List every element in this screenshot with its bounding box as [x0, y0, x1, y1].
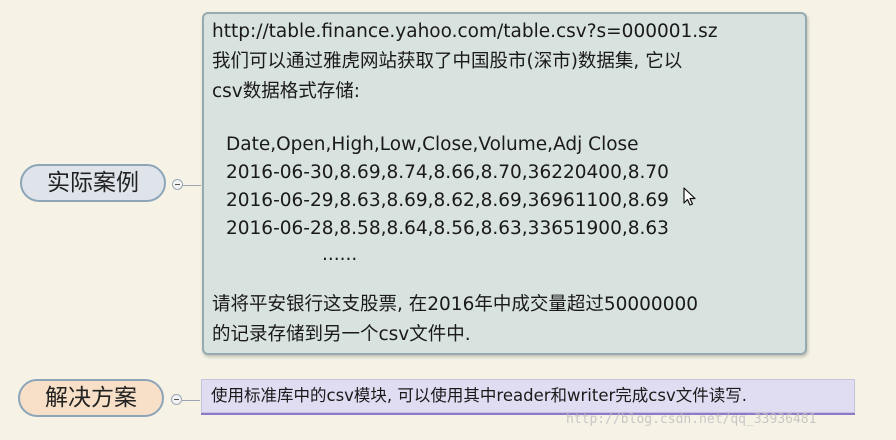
mouse-cursor-icon	[683, 187, 696, 206]
connector-line	[183, 185, 201, 186]
task-description-line-2: 的记录存储到另一个csv文件中.	[212, 324, 471, 345]
task-description-line-1: 请将平安银行这支股票, 在2016年中成交量超过50000000	[212, 294, 699, 315]
csv-data-row: 2016-06-28,8.58,8.64,8.56,8.63,33651900,…	[226, 218, 669, 239]
solution-content-box[interactable]: 使用标准库中的csv模块, 可以使用其中reader和writer完成csv文件…	[201, 379, 855, 413]
solution-text: 使用标准库中的csv模块, 可以使用其中reader和writer完成csv文件…	[211, 386, 747, 405]
connector-line	[182, 400, 200, 401]
topic-node-case[interactable]: 实际案例	[20, 164, 166, 202]
case-content-box[interactable]: http://table.finance.yahoo.com/table.csv…	[202, 12, 807, 355]
csv-data-row: 2016-06-30,8.69,8.74,8.66,8.70,36220400,…	[226, 162, 669, 183]
data-url-text: http://table.finance.yahoo.com/table.csv…	[212, 21, 718, 42]
csv-data-row: 2016-06-29,8.63,8.69,8.62,8.69,36961100,…	[226, 190, 669, 211]
csv-header-row: Date,Open,High,Low,Close,Volume,Adj Clos…	[226, 134, 639, 155]
description-line-2: csv数据格式存储:	[212, 81, 360, 102]
collapse-toggle-icon[interactable]	[172, 179, 183, 190]
topic-node-solution[interactable]: 解决方案	[18, 379, 164, 417]
description-line-1: 我们可以通过雅虎网站获取了中国股市(深市)数据集, 它以	[212, 51, 683, 72]
csv-ellipsis: ......	[322, 244, 358, 265]
collapse-toggle-icon[interactable]	[171, 394, 182, 405]
watermark-text: http://blog.csdn.net/qq_33936481	[566, 412, 817, 427]
